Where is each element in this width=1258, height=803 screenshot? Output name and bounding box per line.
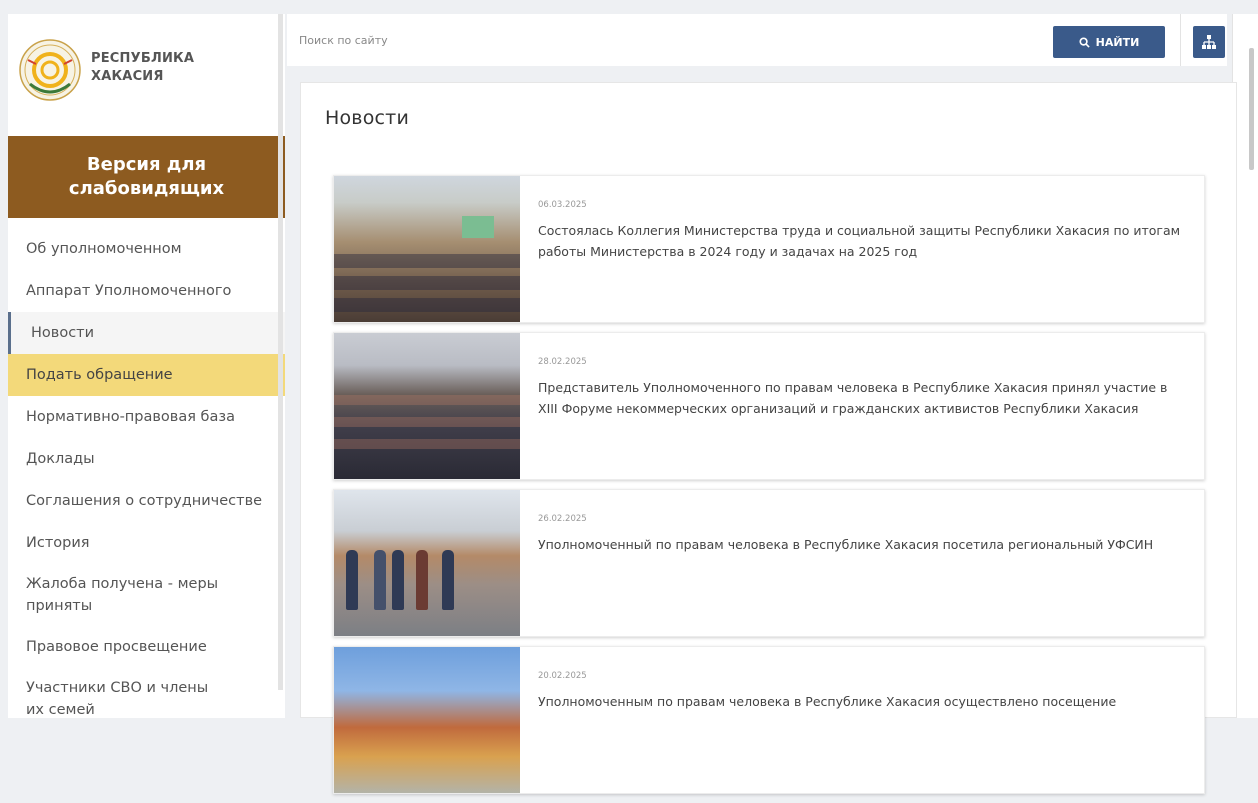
news-title[interactable]: Уполномоченным по правам человека в Респ… — [538, 691, 1190, 712]
search-button-label: НАЙТИ — [1095, 35, 1140, 49]
page-scrollbar[interactable] — [1249, 48, 1254, 170]
news-date: 06.03.2025 — [538, 200, 587, 210]
sitemap-icon — [1202, 35, 1216, 49]
sidebar-item-svo-participants[interactable]: Участники СВО и члены их семей — [8, 668, 285, 718]
emblem-icon — [19, 39, 81, 101]
sidebar-item-staff[interactable]: Аппарат Уполномоченного — [8, 270, 285, 312]
page-title: Новости — [325, 107, 409, 129]
news-card[interactable]: 26.02.2025 Уполномоченный по правам чело… — [333, 489, 1205, 637]
news-date: 28.02.2025 — [538, 357, 587, 367]
sidebar-item-agreements[interactable]: Соглашения о сотрудничестве — [8, 480, 285, 522]
sidebar-item-reports[interactable]: Доклады — [8, 438, 285, 480]
sidebar-item-complaint-measures[interactable]: Жалоба получена - меры приняты — [8, 564, 285, 626]
search-button[interactable]: НАЙТИ — [1053, 26, 1165, 58]
sidebar-item-history[interactable]: История — [8, 522, 285, 564]
news-image[interactable] — [334, 333, 520, 479]
news-image[interactable] — [334, 176, 520, 322]
news-title[interactable]: Представитель Уполномоченного по правам … — [538, 377, 1190, 419]
sidebar-nav: Об уполномоченном Аппарат Уполномоченног… — [8, 228, 285, 718]
news-image[interactable] — [334, 490, 520, 636]
low-vision-version-label: Версия для слабовидящих — [68, 154, 225, 199]
news-title[interactable]: Уполномоченный по правам человека в Респ… — [538, 534, 1190, 555]
header-divider — [1180, 14, 1181, 66]
search-icon — [1079, 36, 1090, 48]
sidebar-item-about[interactable]: Об уполномоченном — [8, 228, 285, 270]
news-date: 26.02.2025 — [538, 514, 587, 524]
news-card[interactable]: 06.03.2025 Состоялась Коллегия Министерс… — [333, 175, 1205, 323]
sidebar-item-legal-education[interactable]: Правовое просвещение — [8, 626, 285, 668]
search-input[interactable] — [287, 14, 1047, 66]
main-content: Новости 06.03.2025 Состоялась Коллегия М… — [300, 82, 1237, 794]
news-image[interactable] — [334, 647, 520, 793]
sidebar-item-legal-base[interactable]: Нормативно-правовая база — [8, 396, 285, 438]
header: НАЙТИ — [287, 14, 1227, 66]
news-list: 06.03.2025 Состоялась Коллегия Министерс… — [333, 175, 1205, 803]
sidebar-item-submit-appeal[interactable]: Подать обращение — [8, 354, 285, 396]
low-vision-version-button[interactable]: Версия для слабовидящих — [8, 136, 285, 218]
logo-text: РЕСПУБЛИКА ХАКАСИЯ — [91, 50, 194, 86]
sidebar: РЕСПУБЛИКА ХАКАСИЯ Версия для слабовидящ… — [8, 14, 285, 718]
news-date: 20.02.2025 — [538, 671, 587, 681]
sidebar-scrollbar[interactable] — [278, 14, 283, 690]
news-card[interactable]: 20.02.2025 Уполномоченным по правам чело… — [333, 646, 1205, 794]
sidebar-item-news[interactable]: Новости — [8, 312, 285, 354]
sitemap-button[interactable] — [1193, 26, 1225, 58]
news-card[interactable]: 28.02.2025 Представитель Уполномоченного… — [333, 332, 1205, 480]
logo-line-1: РЕСПУБЛИКА — [91, 51, 195, 66]
logo-line-2: ХАКАСИЯ — [91, 69, 164, 84]
news-title[interactable]: Состоялась Коллегия Министерства труда и… — [538, 220, 1190, 262]
logo[interactable]: РЕСПУБЛИКА ХАКАСИЯ — [18, 38, 278, 128]
